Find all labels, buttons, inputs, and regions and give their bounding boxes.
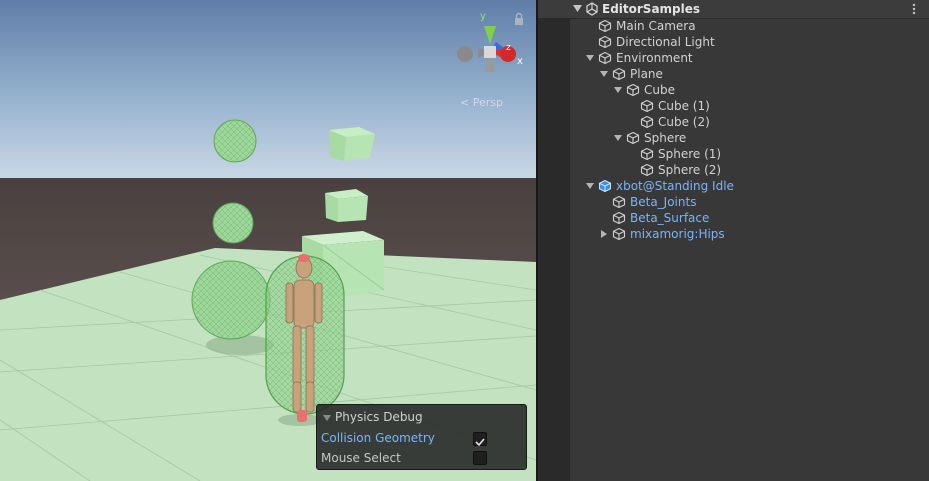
hierarchy-item-label: Beta_Surface [630, 211, 710, 225]
sphere-mesh [213, 203, 253, 243]
physics-debug-title[interactable]: Physics Debug [335, 410, 423, 424]
gameobject-cube-icon [626, 131, 640, 145]
gameobject-cube-icon [626, 83, 640, 97]
hierarchy-item[interactable]: Environment [538, 50, 929, 66]
cube[interactable] [325, 189, 368, 222]
hierarchy-item-label: Main Camera [616, 19, 696, 33]
sphere-mesh [192, 261, 270, 339]
gameobject-cube-icon [640, 99, 654, 113]
gameobject-cube-icon [640, 115, 654, 129]
hierarchy-item[interactable]: Main Camera [538, 18, 929, 34]
expand-arrow-icon[interactable] [586, 54, 594, 62]
collision-geometry-label: Collision Geometry [321, 431, 435, 445]
hierarchy-item[interactable]: Beta_Surface [538, 210, 929, 226]
y-axis-cone[interactable] [484, 26, 496, 44]
expand-arrow-icon[interactable] [614, 134, 622, 142]
hierarchy-item[interactable]: mixamorig:Hips [538, 226, 929, 242]
hierarchy-item[interactable]: Sphere (2) [538, 162, 929, 178]
scene-name: EditorSamples [602, 2, 701, 16]
gameobject-cube-icon [612, 195, 626, 209]
hierarchy-item[interactable]: Sphere (1) [538, 146, 929, 162]
hierarchy-item[interactable]: Cube (1) [538, 98, 929, 114]
unity-scene-icon [586, 2, 598, 16]
gameobject-cube-icon [598, 35, 612, 49]
hierarchy-item-label: Environment [616, 51, 693, 65]
hierarchy-item-label: Sphere [644, 131, 687, 145]
expand-arrow-icon[interactable] [614, 86, 622, 94]
expand-arrow-icon[interactable] [573, 5, 582, 13]
hierarchy-item-label: xbot@Standing Idle [616, 179, 734, 193]
hierarchy-item-label: Cube (2) [658, 115, 710, 129]
expand-arrow-icon[interactable] [586, 182, 594, 190]
collapsed-arrow-icon[interactable] [600, 230, 608, 238]
hierarchy-item-label: Sphere (1) [658, 147, 722, 161]
y-label: y [480, 11, 486, 22]
collision-geometry-checkbox[interactable] [473, 432, 487, 447]
sphere-mesh [214, 120, 256, 162]
hierarchy-panel: EditorSamples Main Camera Directional Lig… [538, 0, 929, 481]
hierarchy-item[interactable]: xbot@Standing Idle [538, 178, 929, 194]
hierarchy-item-label: Sphere (2) [658, 163, 722, 177]
hierarchy-item-label: Directional Light [616, 35, 715, 49]
z-label: z [506, 43, 511, 53]
mouse-select-checkbox[interactable] [473, 451, 487, 465]
hierarchy-item[interactable]: Directional Light [538, 34, 929, 50]
mouse-select-label: Mouse Select [321, 451, 401, 465]
gameobject-cube-icon [612, 67, 626, 81]
hierarchy-item-label: Beta_Joints [630, 195, 697, 209]
gameobject-cube-icon [640, 147, 654, 161]
center-cube[interactable] [484, 46, 496, 58]
hierarchy-item[interactable]: Sphere [538, 130, 929, 146]
hierarchy-item[interactable]: Cube [538, 82, 929, 98]
prefab-cube-icon [598, 179, 612, 193]
gameobject-cube-icon [612, 211, 626, 225]
hierarchy-scene-header[interactable]: EditorSamples [538, 0, 929, 19]
kebab-menu-icon[interactable] [911, 3, 917, 15]
lock-icon[interactable] [513, 12, 525, 26]
collapse-triangle-icon[interactable] [323, 414, 331, 422]
hierarchy-item[interactable]: Plane [538, 66, 929, 82]
foot-marker [297, 410, 307, 422]
head-marker [298, 254, 310, 262]
gameobject-cube-icon [598, 19, 612, 33]
checkmark-icon [475, 438, 485, 447]
hierarchy-item[interactable]: Beta_Joints [538, 194, 929, 210]
hierarchy-item-label: Plane [630, 67, 663, 81]
gameobject-cube-icon [640, 163, 654, 177]
physics-debug-panel: Physics Debug Collision Geometry Mouse S… [316, 404, 527, 470]
expand-arrow-icon[interactable] [600, 70, 608, 78]
scene-view[interactable]: y z x < Persp Physics Debug Collision Ge… [0, 0, 536, 481]
projection-label[interactable]: < Persp [460, 96, 503, 109]
cube[interactable] [329, 127, 375, 161]
hierarchy-item[interactable]: Cube (2) [538, 114, 929, 130]
hierarchy-item-label: Cube (1) [658, 99, 710, 113]
gameobject-cube-icon [598, 51, 612, 65]
gameobject-cube-icon [612, 227, 626, 241]
x-label: x [517, 56, 523, 67]
hierarchy-item-label: mixamorig:Hips [630, 227, 725, 241]
hierarchy-item-label: Cube [644, 83, 675, 97]
